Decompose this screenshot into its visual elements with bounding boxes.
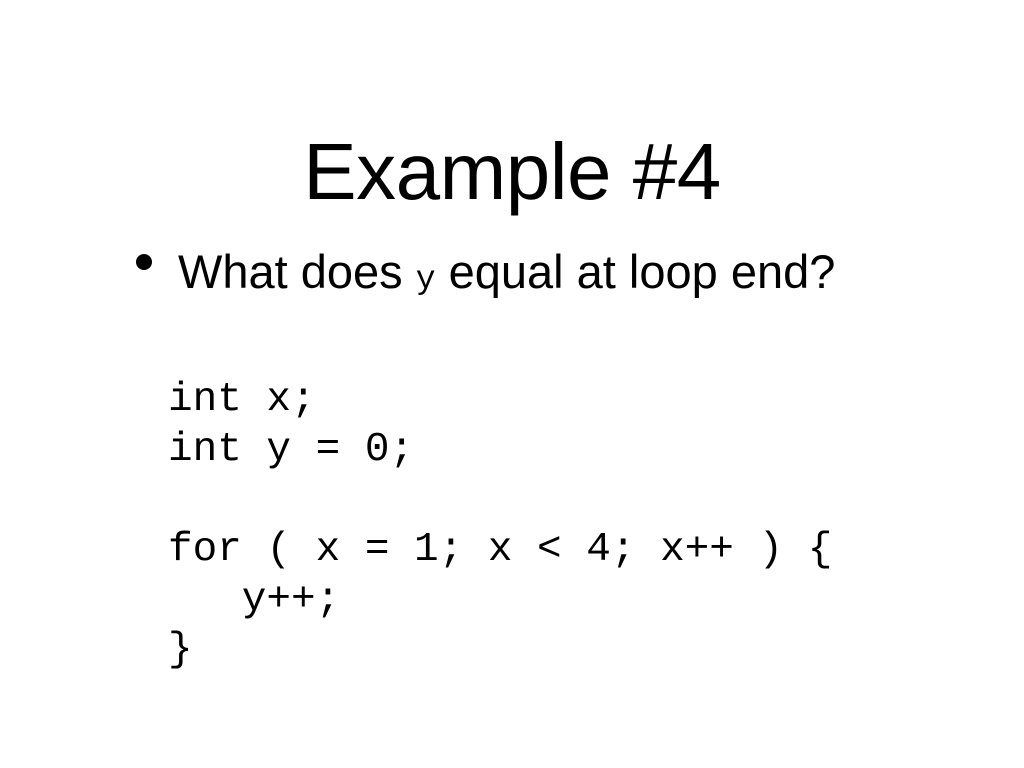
bullet-point-icon [136,254,152,270]
page-title: Example #4 [303,126,721,216]
bullet-text-before: What does [178,245,416,298]
code-line: int y = 0; [168,427,415,473]
bullet-text-after: equal at loop end? [435,245,836,298]
code-line: y++; [168,577,341,623]
code-line: int x; [168,377,316,423]
code-line: } [168,627,193,673]
bullet-item-label: What does y equal at loop end? [178,248,835,296]
code-block: int x; int y = 0; for ( x = 1; x < 4; x++ … [168,375,832,675]
code-line: for ( x = 1; x < 4; x++ ) { [168,527,833,573]
slide: Example #4 What does y equal at loop end… [0,0,1024,768]
bullet-variable-token: y [415,261,436,298]
